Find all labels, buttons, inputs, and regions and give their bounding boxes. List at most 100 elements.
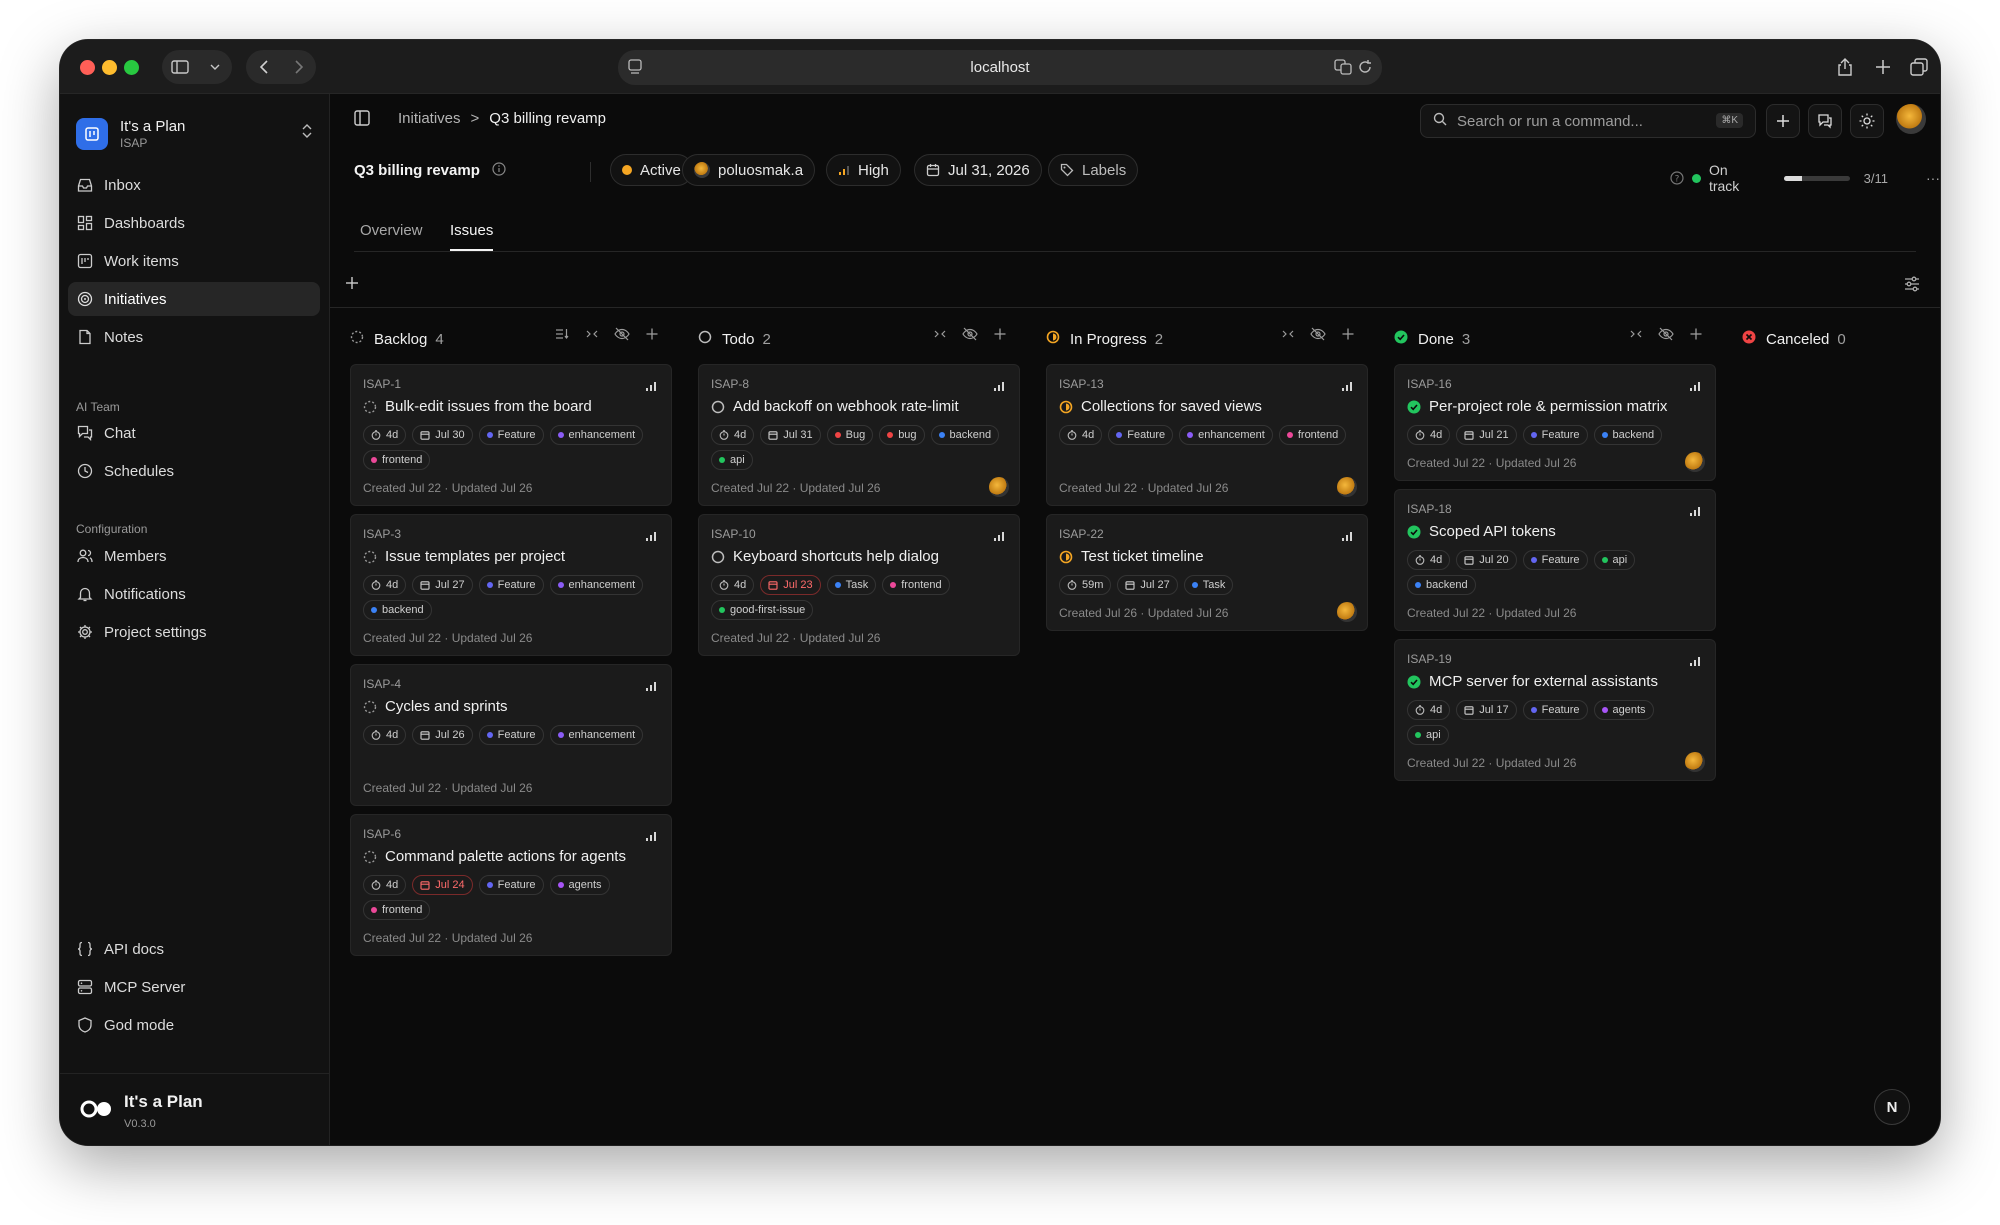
priority-bars-icon[interactable] xyxy=(1341,379,1353,397)
sidebar-item-schedules[interactable]: Schedules xyxy=(68,454,320,488)
label-chip[interactable]: Feature xyxy=(478,725,544,745)
priority-bars-icon[interactable] xyxy=(1689,654,1701,672)
label-chip[interactable]: Feature xyxy=(1522,425,1588,445)
status-pill[interactable]: Active xyxy=(610,154,693,186)
issue-card[interactable]: ISAP-22 Test ticket timeline 59m Jul 27 Task… xyxy=(1046,514,1368,631)
assignee-avatar[interactable] xyxy=(1685,752,1705,772)
label-chip[interactable]: Feature xyxy=(1522,700,1588,720)
assignee-avatar[interactable] xyxy=(1337,602,1357,622)
in-progress-status-icon[interactable] xyxy=(1059,550,1073,564)
estimate-chip[interactable]: 4d xyxy=(1407,550,1451,570)
reload-icon[interactable] xyxy=(1358,59,1372,80)
label-chip[interactable]: frontend xyxy=(882,575,950,595)
priority-bars-icon[interactable] xyxy=(645,529,657,547)
owner-pill[interactable]: poluosmak.a xyxy=(682,154,816,186)
view-settings-icon[interactable] xyxy=(1904,276,1920,297)
label-chip[interactable]: good-first-issue xyxy=(711,600,814,620)
label-chip[interactable]: agents xyxy=(549,875,610,895)
label-chip[interactable]: Feature xyxy=(1522,550,1588,570)
hide-column-icon[interactable] xyxy=(962,326,978,342)
done-status-icon[interactable] xyxy=(1407,400,1421,414)
sidebar-toggle-icon[interactable] xyxy=(169,56,191,78)
add-issue-icon[interactable] xyxy=(992,326,1008,342)
sidebar-item-notes[interactable]: Notes xyxy=(68,320,320,354)
done-status-icon[interactable] xyxy=(1407,525,1421,539)
search-input[interactable] xyxy=(1457,112,1707,130)
due-date-chip[interactable]: Jul 27 xyxy=(412,575,473,595)
priority-bars-icon[interactable] xyxy=(1689,504,1701,522)
due-date-chip[interactable]: Jul 21 xyxy=(1456,425,1517,445)
sidebar-item-members[interactable]: Members xyxy=(68,539,320,573)
hide-column-icon[interactable] xyxy=(614,326,630,342)
label-chip[interactable]: Task xyxy=(1183,575,1234,595)
backlog-status-icon[interactable] xyxy=(363,700,377,714)
forward-arrow-icon[interactable] xyxy=(288,56,310,78)
due-date-chip[interactable]: Jul 26 xyxy=(412,725,473,745)
tab-overview-icon[interactable] xyxy=(1906,54,1932,80)
priority-bars-icon[interactable] xyxy=(645,379,657,397)
label-chip[interactable]: enhancement xyxy=(549,575,644,595)
estimate-chip[interactable]: 4d xyxy=(363,425,407,445)
hide-column-icon[interactable] xyxy=(1658,326,1674,342)
label-chip[interactable]: Bug xyxy=(826,425,874,445)
issue-card[interactable]: ISAP-10 Keyboard shortcuts help dialog 4d J… xyxy=(698,514,1020,656)
label-chip[interactable]: backend xyxy=(930,425,1000,445)
label-chip[interactable]: frontend xyxy=(1278,425,1347,445)
label-chip[interactable]: enhancement xyxy=(549,725,644,745)
label-chip[interactable]: api xyxy=(711,450,753,470)
sidebar-item-notifications[interactable]: Notifications xyxy=(68,577,320,611)
priority-bars-icon[interactable] xyxy=(993,379,1005,397)
label-chip[interactable]: Feature xyxy=(1108,425,1174,445)
due-date-chip[interactable]: Jul 27 xyxy=(1117,575,1178,595)
estimate-chip[interactable]: 4d xyxy=(363,875,407,895)
panel-toggle-icon[interactable] xyxy=(354,110,370,131)
estimate-chip[interactable]: 59m xyxy=(1059,575,1112,595)
sidebar-item-mcp-server[interactable]: MCP Server xyxy=(68,970,320,1004)
estimate-chip[interactable]: 4d xyxy=(363,575,407,595)
tab-overview[interactable]: Overview xyxy=(360,222,423,249)
add-issue-icon[interactable] xyxy=(1340,326,1356,342)
due-date-chip[interactable]: Jul 31 xyxy=(760,425,821,445)
label-chip[interactable]: Feature xyxy=(478,575,544,595)
user-avatar[interactable] xyxy=(1896,104,1926,134)
priority-bars-icon[interactable] xyxy=(1689,379,1701,397)
add-issue-icon[interactable] xyxy=(1688,326,1704,342)
issue-card[interactable]: ISAP-4 Cycles and sprints 4d Jul 26 Feature e… xyxy=(350,664,672,806)
back-arrow-icon[interactable] xyxy=(253,56,275,78)
sidebar-item-inbox[interactable]: Inbox xyxy=(68,168,320,202)
done-status-icon[interactable] xyxy=(1407,675,1421,689)
assignee-avatar[interactable] xyxy=(1337,477,1357,497)
command-search[interactable]: ⌘K xyxy=(1420,104,1756,138)
label-chip[interactable]: api xyxy=(1593,550,1636,570)
due-date-chip[interactable]: Jul 20 xyxy=(1456,550,1517,570)
label-chip[interactable]: frontend xyxy=(363,450,431,470)
create-button[interactable] xyxy=(1766,104,1800,138)
label-chip[interactable]: agents xyxy=(1593,700,1654,720)
priority-pill[interactable]: High xyxy=(826,154,901,186)
minimize-window-button[interactable] xyxy=(102,60,117,75)
sidebar-item-initiatives[interactable]: Initiatives xyxy=(68,282,320,316)
estimate-chip[interactable]: 4d xyxy=(711,575,755,595)
sidebar-item-api-docs[interactable]: API docs xyxy=(68,932,320,966)
label-chip[interactable]: bug xyxy=(879,425,925,445)
labels-pill[interactable]: Labels xyxy=(1048,154,1139,186)
issue-card[interactable]: ISAP-1 Bulk-edit issues from the board 4d J… xyxy=(350,364,672,506)
issue-card[interactable]: ISAP-16 Per-project role & permission mat… xyxy=(1394,364,1716,481)
issue-card[interactable]: ISAP-13 Collections for saved views 4d Feat… xyxy=(1046,364,1368,506)
label-chip[interactable]: enhancement xyxy=(549,425,644,445)
label-chip[interactable]: Feature xyxy=(478,425,544,445)
label-chip[interactable]: api xyxy=(1407,725,1449,745)
address-bar[interactable]: localhost xyxy=(618,50,1382,85)
in-progress-status-icon[interactable] xyxy=(1059,400,1073,414)
todo-status-icon[interactable] xyxy=(711,400,725,414)
theme-toggle-button[interactable] xyxy=(1850,104,1884,138)
close-window-button[interactable] xyxy=(80,60,95,75)
due-date-chip[interactable]: Jul 23 xyxy=(760,575,821,595)
label-chip[interactable]: Feature xyxy=(478,875,544,895)
collapse-column-icon[interactable] xyxy=(1628,326,1644,342)
new-tab-icon[interactable] xyxy=(1870,54,1896,80)
sort-icon[interactable] xyxy=(554,326,570,342)
sidebar-item-god-mode[interactable]: God mode xyxy=(68,1008,320,1042)
add-issue-icon[interactable] xyxy=(346,276,358,294)
sidebar-item-chat[interactable]: Chat xyxy=(68,416,320,450)
